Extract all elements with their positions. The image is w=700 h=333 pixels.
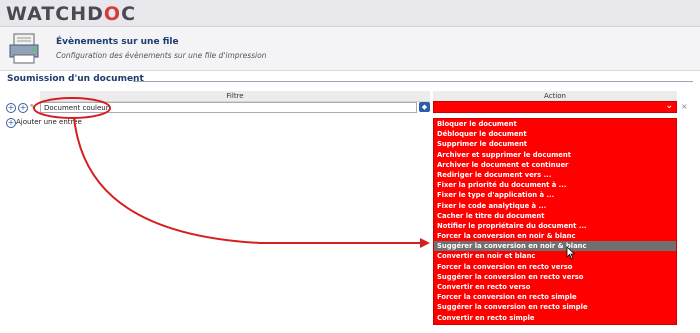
annotation-circle <box>33 97 111 119</box>
mouse-cursor-icon <box>566 246 576 260</box>
annotation-arrow <box>73 117 420 244</box>
annotation-overlay <box>33 97 430 248</box>
annotation-arrowhead <box>420 238 430 248</box>
